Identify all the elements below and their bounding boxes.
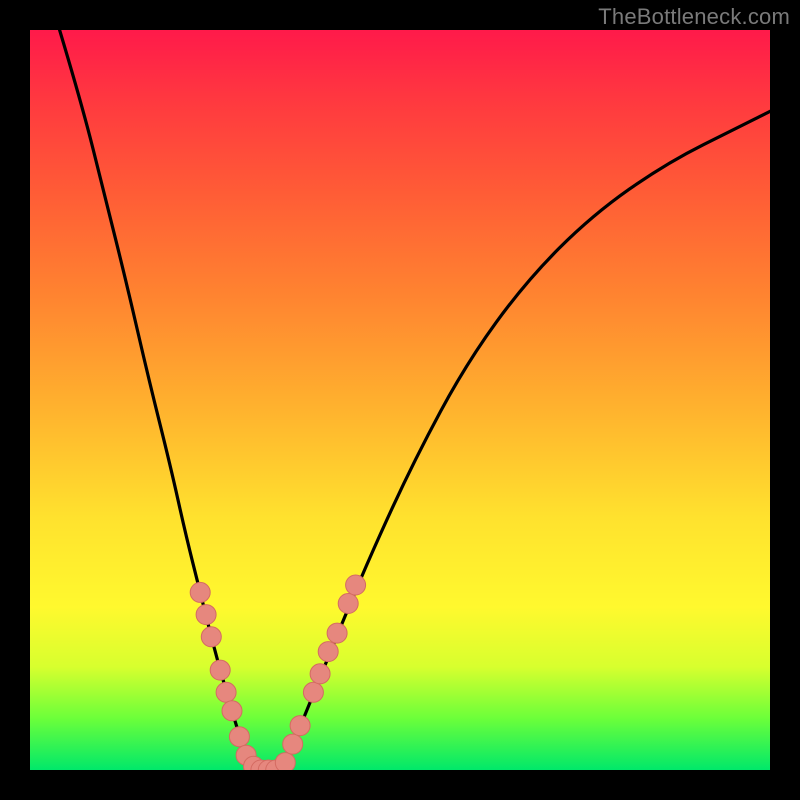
curve-marker	[275, 753, 295, 770]
curve-marker	[318, 642, 338, 662]
gradient-plot-area	[30, 30, 770, 770]
curve-marker	[190, 582, 210, 602]
curve-marker	[338, 594, 358, 614]
curve-marker	[290, 716, 310, 736]
curve-marker	[303, 682, 323, 702]
curve-markers	[190, 575, 365, 770]
curve-marker	[201, 627, 221, 647]
curve-marker	[229, 727, 249, 747]
watermark-text: TheBottleneck.com	[598, 4, 790, 30]
curve-marker	[216, 682, 236, 702]
curve-svg	[30, 30, 770, 770]
curve-marker	[327, 623, 347, 643]
curve-marker	[210, 660, 230, 680]
curve-marker	[310, 664, 330, 684]
curve-marker	[346, 575, 366, 595]
chart-frame: TheBottleneck.com	[0, 0, 800, 800]
curve-marker	[196, 605, 216, 625]
curve-marker	[283, 734, 303, 754]
curve-marker	[222, 701, 242, 721]
bottleneck-curve	[60, 30, 770, 770]
